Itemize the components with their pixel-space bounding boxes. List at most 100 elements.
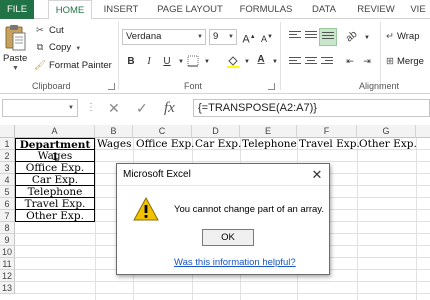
column-header-d[interactable]: D [192,125,240,138]
column-header-e[interactable]: E [240,125,297,138]
align-center-icon[interactable] [305,57,317,69]
align-top-icon[interactable] [289,31,301,43]
formula-input[interactable]: {=TRANSPOSE(A2:A7)} [193,99,430,117]
row-header[interactable]: 3 [0,162,15,174]
tab-review[interactable]: REVIEW [354,0,398,19]
wrap-text-button[interactable]: ↵ Wrap [386,30,420,44]
row-header[interactable]: 11 [0,258,15,270]
row-header[interactable]: 13 [0,282,15,294]
font-name-combo[interactable]: Verdana ▼ [122,29,206,45]
dialog-title: Microsoft Excel [117,164,329,186]
shrink-font-button[interactable]: A▼ [260,30,274,44]
column-header-f[interactable]: F [297,125,357,138]
align-right-icon[interactable] [321,57,333,69]
cell-a3[interactable]: Office Exp. [15,162,95,174]
cell-e1[interactable]: Telephone [242,138,297,150]
increase-indent-icon[interactable]: ⇥ [360,54,374,68]
cell-a1[interactable]: Department 1 [15,138,95,163]
row-header[interactable]: 7 [0,210,15,222]
borders-button[interactable] [186,55,200,69]
cell-a5[interactable]: Telephone [15,186,95,198]
merge-icon: ⊞ [386,56,394,67]
format-painter-button[interactable]: 🖌 Format Painter [34,59,112,73]
cut-button[interactable]: ✂ Cut [34,24,64,38]
cell-a2[interactable]: Wages [15,150,95,162]
chevron-down-icon[interactable]: ▼ [68,100,74,116]
chevron-down-icon[interactable]: ▼ [240,55,254,69]
decrease-indent-icon[interactable]: ⇤ [343,54,357,68]
name-box[interactable]: ▼ [2,99,78,117]
help-link[interactable]: Was this information helpful? [174,257,296,268]
italic-button[interactable]: I [142,55,156,69]
error-dialog: Microsoft Excel ✕ You cannot change part… [116,163,330,275]
formula-bar: ▼ ⋮ ✕ ✓ fx {=TRANSPOSE(A2:A7)} [0,97,430,119]
tab-view[interactable]: VIE [406,0,430,19]
row-header[interactable]: 5 [0,186,15,198]
enter-icon[interactable]: ✓ [136,99,148,117]
row-header[interactable]: 8 [0,222,15,234]
ribbon-tab-bar: FILE HOME INSERT PAGE LAYOUT FORMULAS DA… [0,0,430,20]
tab-home[interactable]: HOME [48,0,92,20]
row-header[interactable]: 1 [0,138,15,150]
more-icon: ⋮ [86,102,96,113]
copy-button[interactable]: ⧉ Copy ▼ [34,41,82,55]
select-all-corner[interactable] [0,125,15,138]
gridline [95,138,96,300]
format-painter-label: Format Painter [49,60,112,71]
column-header-a[interactable]: A [15,125,95,138]
ribbon: Paste ▼ ✂ Cut ⧉ Copy ▼ 🖌 Format Painter Clip… [0,19,430,94]
cell-c1[interactable]: Office Exp. [136,138,195,150]
group-separator [380,22,381,90]
warning-icon [133,197,159,221]
ok-button[interactable]: OK [202,229,254,246]
font-launcher-icon[interactable] [268,83,275,90]
cell-a4[interactable]: Car Exp. [15,174,95,186]
row-header[interactable]: 6 [0,198,15,210]
column-header-g[interactable]: G [357,125,416,138]
column-header-c[interactable]: C [133,125,192,138]
cancel-icon[interactable]: ✕ [108,99,120,117]
font-group-label: Font [184,81,203,91]
cell-a6[interactable]: Travel Exp. [15,198,95,210]
chevron-down-icon: ▼ [12,65,19,72]
close-icon[interactable]: ✕ [305,164,329,186]
row-header[interactable]: 12 [0,270,15,282]
gridline [357,138,358,300]
chevron-down-icon[interactable]: ▼ [226,30,236,44]
tab-file[interactable]: FILE [0,0,34,19]
tab-data[interactable]: DATA [306,0,342,19]
chevron-down-icon[interactable]: ▼ [360,31,374,45]
row-header[interactable]: 2 [0,150,15,162]
column-header-partial[interactable] [416,125,430,138]
font-size-combo[interactable]: 9 ▼ [209,29,237,45]
chevron-down-icon[interactable]: ▼ [195,30,205,44]
orientation-icon[interactable]: ab [342,27,362,47]
cell-f1[interactable]: Travel Exp. [299,138,360,150]
group-separator [118,22,119,90]
align-middle-icon[interactable] [305,31,317,43]
bold-button[interactable]: B [124,55,138,69]
underline-button[interactable]: U [160,55,174,69]
cell-a7[interactable]: Other Exp. [15,210,95,222]
merge-center-button[interactable]: ⊞ Merge [386,55,424,69]
cut-label: Cut [49,25,64,36]
chevron-down-icon[interactable]: ▼ [200,55,214,69]
cell-d1[interactable]: Car Exp. [195,138,241,150]
column-header-b[interactable]: B [95,125,133,138]
font-color-button[interactable]: A [254,53,268,67]
tab-page-layout[interactable]: PAGE LAYOUT [152,0,228,19]
clipboard-launcher-icon[interactable] [108,83,115,90]
align-left-icon[interactable] [289,57,301,69]
cell-g1[interactable]: Other Exp. [359,138,417,150]
tab-insert[interactable]: INSERT [100,0,142,19]
insert-function-icon[interactable]: fx [164,99,175,117]
cell-b1[interactable]: Wages [97,138,131,150]
align-bottom-button[interactable] [319,28,337,46]
row-header[interactable]: 9 [0,234,15,246]
row-header[interactable]: 4 [0,174,15,186]
scissors-icon: ✂ [36,25,44,36]
row-header[interactable]: 10 [0,246,15,258]
grow-font-button[interactable]: A▲ [242,30,256,46]
fill-color-button[interactable] [226,54,240,68]
tab-formulas[interactable]: FORMULAS [236,0,296,19]
